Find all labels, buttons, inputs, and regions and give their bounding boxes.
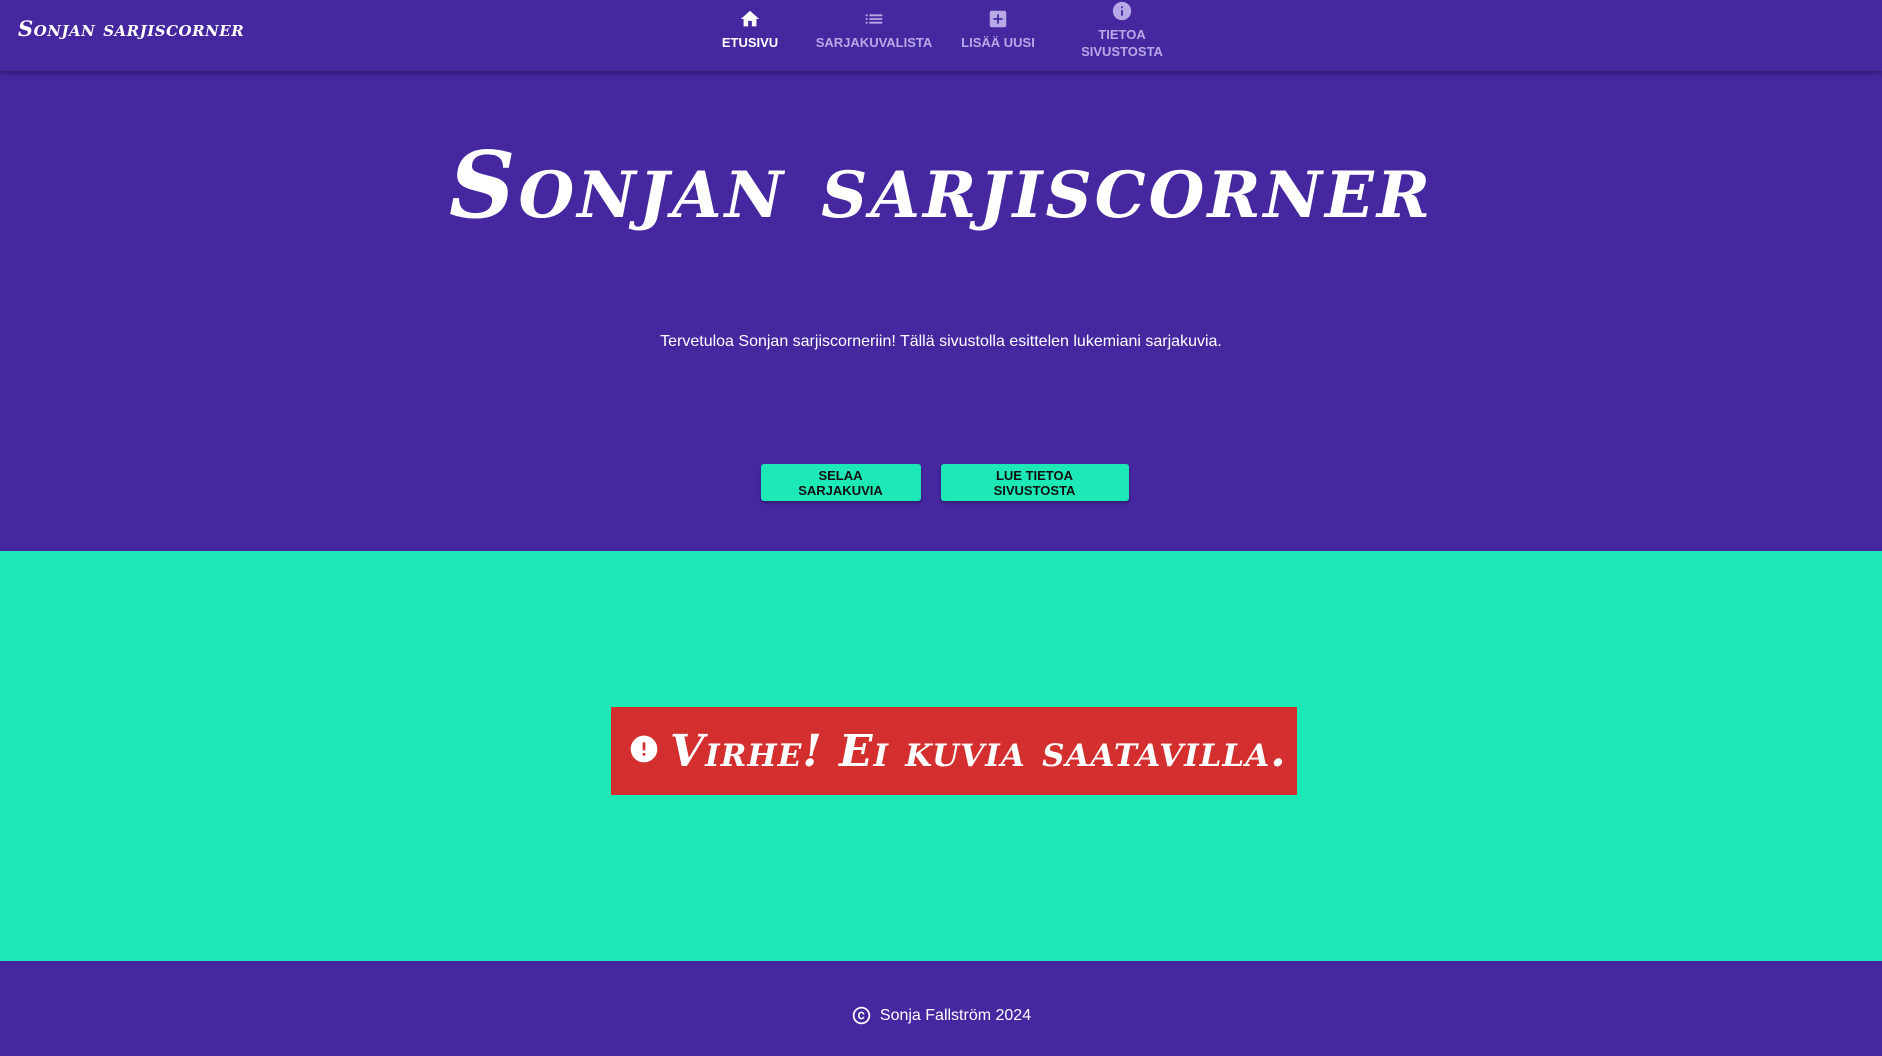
hero-title: Sonjan sarjiscorner — [449, 131, 1433, 239]
nav-item-comic-list[interactable]: SARJAKUVALISTA — [800, 0, 948, 71]
info-icon — [1111, 0, 1133, 22]
list-icon — [863, 8, 885, 30]
nav-label-about-line1: TIETOA — [1098, 27, 1146, 42]
nav-label-home: ETUSIVU — [721, 35, 779, 50]
nav-label-add-new: LISÄÄ UUSI — [961, 35, 1035, 50]
browse-comics-button[interactable]: SELAA SARJAKUVIA — [760, 464, 921, 501]
error-icon — [630, 735, 658, 763]
error-alert: Virhe! Ei kuvia saatavilla. — [611, 707, 1297, 795]
home-icon — [739, 8, 761, 30]
nav-item-home[interactable]: ETUSIVU — [700, 0, 800, 71]
app-brand[interactable]: Sonjan sarjiscorner — [18, 16, 244, 41]
welcome-text: Tervetuloa Sonjan sarjiscorneriin! Tällä… — [660, 333, 1222, 350]
error-message: Virhe! Ei kuvia saatavilla. — [670, 725, 1287, 777]
comics-content-section: Virhe! Ei kuvia saatavilla. — [0, 551, 1882, 961]
read-about-button[interactable]: LUE TIETOA SIVUSTOSTA — [940, 464, 1129, 501]
footer-copyright-text: Sonja Fallström 2024 — [879, 1006, 1032, 1024]
nav-label-about: TIETOA SIVUSTOSTA — [1081, 26, 1163, 60]
main-navigation: ETUSIVU SARJAKUVALISTA LISÄÄ UUSI TIETOA… — [700, 0, 1196, 71]
nav-item-about[interactable]: TIETOA SIVUSTOSTA — [1048, 0, 1196, 71]
add-box-icon — [987, 8, 1009, 30]
nav-item-add-new[interactable]: LISÄÄ UUSI — [948, 0, 1048, 71]
hero-actions: SELAA SARJAKUVIA LUE TIETOA SIVUSTOSTA — [0, 464, 1882, 501]
copyright-icon — [852, 1006, 871, 1025]
nav-label-comic-list: SARJAKUVALISTA — [815, 35, 933, 50]
page-footer: Sonja Fallström 2024 — [0, 961, 1882, 1056]
nav-label-about-line2: SIVUSTOSTA — [1081, 44, 1163, 59]
top-app-bar: Sonjan sarjiscorner ETUSIVU SARJAKUVALIS… — [0, 0, 1882, 71]
hero-section: Sonjan sarjiscorner Tervetuloa Sonjan sa… — [0, 71, 1882, 551]
